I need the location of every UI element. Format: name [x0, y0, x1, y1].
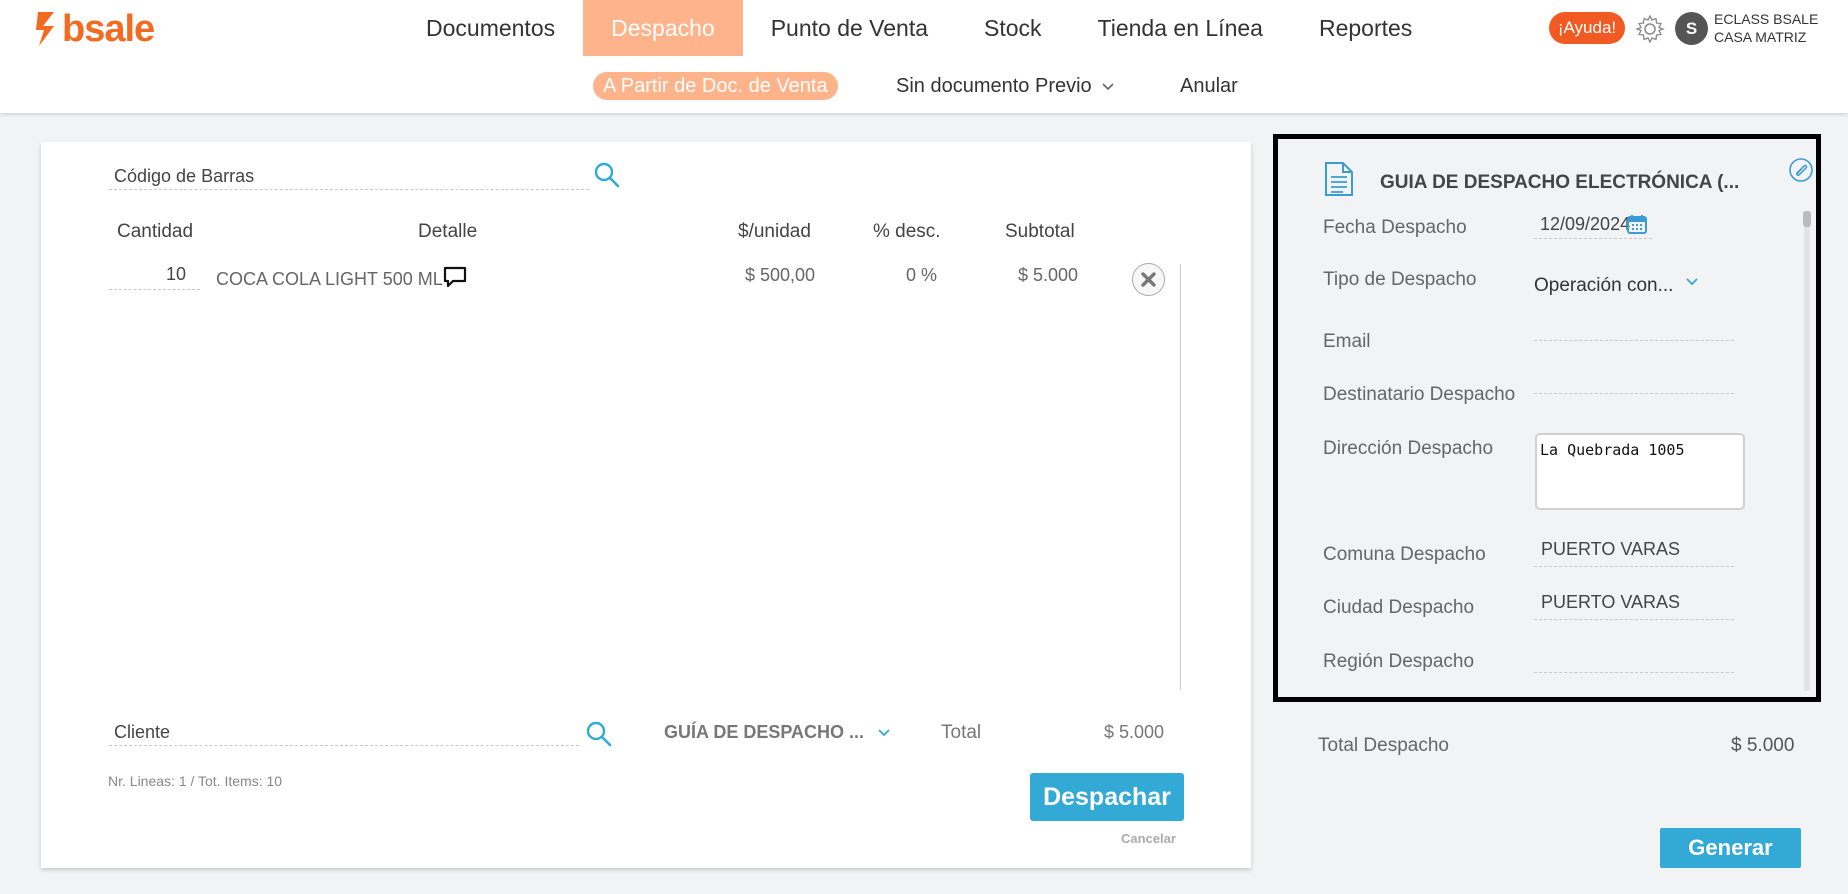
- total-value: $ 5.000: [1104, 722, 1165, 742]
- email-input[interactable]: [1534, 313, 1734, 341]
- subnav-sin-documento-previo[interactable]: Sin documento Previo: [896, 72, 1115, 100]
- close-icon: [1141, 272, 1156, 287]
- cancelar-link[interactable]: Cancelar: [1121, 831, 1176, 846]
- chevron-down-icon: [878, 729, 890, 737]
- total-despacho-value: $ 5.000: [1731, 735, 1795, 756]
- brand-name: bsale: [62, 8, 155, 50]
- col-subtotal: Subtotal: [1005, 221, 1075, 242]
- total-label: Total: [941, 722, 982, 743]
- line-unit-price: $ 500,00: [745, 265, 816, 285]
- bsale-logo[interactable]: bsale: [34, 8, 155, 50]
- attachment-icon[interactable]: [1788, 157, 1814, 183]
- region-label: Región Despacho: [1323, 651, 1475, 672]
- company-info[interactable]: ECLASS BSALE CASA MATRIZ: [1714, 10, 1818, 46]
- top-bar: bsale Documentos Despacho Punto de Venta…: [0, 0, 1848, 59]
- line-subtotal: $ 5.000: [1018, 265, 1079, 285]
- tipo-select[interactable]: Operación con...: [1534, 275, 1699, 297]
- nav-reportes[interactable]: Reportes: [1291, 0, 1440, 56]
- search-icon[interactable]: [584, 719, 614, 749]
- document-type-select[interactable]: GUÍA DE DESPACHO ...: [664, 722, 891, 743]
- document-icon: [1325, 162, 1353, 196]
- destinatario-input[interactable]: [1534, 366, 1734, 394]
- comment-icon[interactable]: [443, 265, 467, 289]
- lines-summary: Nr. Lineas: 1 / Tot. Items: 10: [108, 773, 283, 789]
- col-descuento: % desc.: [873, 221, 941, 242]
- avatar[interactable]: S: [1675, 12, 1708, 45]
- line-detail: COCA COLA LIGHT 500 ML: [216, 269, 443, 289]
- document-lines-card: [41, 142, 1251, 868]
- total-despacho-label: Total Despacho: [1318, 735, 1449, 756]
- barcode-input[interactable]: Código de Barras: [109, 162, 589, 190]
- search-icon[interactable]: [592, 160, 622, 190]
- nav-tienda-en-linea[interactable]: Tienda en Línea: [1070, 0, 1291, 56]
- direccion-textarea[interactable]: La Quebrada 1005: [1535, 433, 1745, 510]
- document-type-label: GUÍA DE DESPACHO ...: [664, 722, 865, 742]
- col-unidad: $/unidad: [738, 221, 811, 242]
- nav-punto-de-venta[interactable]: Punto de Venta: [743, 0, 956, 56]
- help-button[interactable]: ¡Ayuda!: [1549, 12, 1625, 44]
- sub-nav: A Partir de Doc. de Venta Sin documento …: [0, 56, 1848, 113]
- nav-stock[interactable]: Stock: [956, 0, 1070, 56]
- comuna-input[interactable]: PUERTO VARAS: [1534, 539, 1734, 567]
- subnav-a-partir-doc-venta[interactable]: A Partir de Doc. de Venta: [593, 72, 838, 100]
- chevron-down-icon: [1102, 83, 1114, 91]
- remove-line-button[interactable]: [1132, 263, 1165, 296]
- scrollbar-thumb[interactable]: [1803, 211, 1811, 227]
- main-nav: Documentos Despacho Punto de Venta Stock…: [398, 0, 1450, 59]
- col-cantidad: Cantidad: [117, 221, 194, 242]
- comuna-label: Comuna Despacho: [1323, 544, 1486, 565]
- tipo-value: Operación con...: [1534, 275, 1674, 296]
- nav-documentos[interactable]: Documentos: [398, 0, 583, 56]
- tipo-label: Tipo de Despacho: [1323, 269, 1477, 290]
- quantity-input[interactable]: 10: [109, 264, 200, 290]
- region-input[interactable]: [1534, 645, 1734, 673]
- branch-name: CASA MATRIZ: [1714, 29, 1807, 45]
- destinatario-label: Destinatario Despacho: [1323, 384, 1516, 405]
- line-discount: 0 %: [906, 265, 938, 285]
- generar-button[interactable]: Generar: [1660, 828, 1801, 868]
- scrollbar-track[interactable]: [1804, 211, 1810, 691]
- document-title: GUIA DE DESPACHO ELECTRÓNICA (...: [1380, 172, 1740, 193]
- gear-icon[interactable]: [1635, 14, 1665, 44]
- email-label: Email: [1323, 331, 1371, 352]
- dispatch-details-panel: GUIA DE DESPACHO ELECTRÓNICA (... Fecha …: [1273, 134, 1821, 702]
- company-name: ECLASS BSALE: [1714, 11, 1819, 27]
- subnav-anular[interactable]: Anular: [1180, 72, 1238, 100]
- nav-despacho[interactable]: Despacho: [583, 0, 743, 56]
- bsale-logo-icon: [36, 12, 54, 46]
- col-detalle: Detalle: [418, 221, 478, 242]
- subnav-sin-documento-label: Sin documento Previo: [896, 75, 1092, 97]
- ciudad-input[interactable]: PUERTO VARAS: [1534, 592, 1734, 620]
- ciudad-label: Ciudad Despacho: [1323, 597, 1475, 618]
- calendar-icon[interactable]: [1626, 213, 1648, 235]
- fecha-label: Fecha Despacho: [1323, 217, 1467, 238]
- chevron-down-icon: [1686, 278, 1698, 286]
- despachar-button[interactable]: Despachar: [1030, 773, 1184, 821]
- cliente-input[interactable]: Cliente: [109, 718, 579, 746]
- divider: [1180, 264, 1181, 690]
- direccion-label: Dirección Despacho: [1323, 438, 1494, 459]
